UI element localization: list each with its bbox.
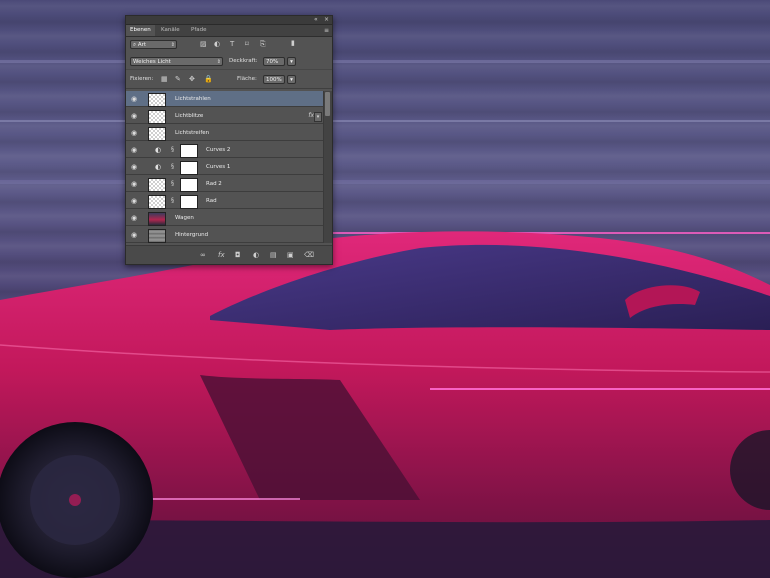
panel-menu-icon[interactable]: ≡ [324,27,329,34]
lock-transparent-icon[interactable]: ▦ [161,75,168,84]
layer-mask-thumbnail[interactable] [180,144,198,158]
layer-row-rad-2[interactable]: ◉ § Rad 2 [126,176,323,192]
layer-name[interactable]: Lichtblitze [175,108,203,124]
lock-label: Fixieren: [130,76,154,82]
fill-dropdown-button[interactable]: ▾ [287,75,296,84]
layer-thumbnail [148,195,166,209]
opacity-label: Deckkraft: [229,58,258,64]
blend-row: Weiches Licht ⇕ Deckkraft: 70% ▾ [126,55,332,70]
add-style-fx-icon[interactable]: fx [218,250,225,260]
tab-pfade[interactable]: Pfade [187,25,211,36]
layer-row-wagen[interactable]: ◉ Wagen [126,210,323,226]
panel-titlebar[interactable]: « × [126,16,332,25]
visibility-eye-icon[interactable]: ◉ [131,231,139,239]
type-filter-icon[interactable]: T [230,40,234,49]
layer-row-lichtblitze[interactable]: ◉ Lichtblitze fx ▾ [126,108,323,124]
layer-row-rad[interactable]: ◉ § Rad [126,193,323,209]
layer-thumbnail [148,93,166,107]
layer-row-curves-2[interactable]: ◉ ◐ § Curves 2 [126,142,323,158]
layer-name[interactable]: Lichtstrahlen [175,91,211,107]
filter-kind-select[interactable]: ⌕ Art ⇕ [130,40,177,49]
layer-thumbnail [148,110,166,124]
layer-name[interactable]: Wagen [175,210,194,226]
close-icon[interactable]: × [324,16,329,24]
tab-kanaele[interactable]: Kanäle [157,25,184,36]
trash-icon[interactable]: ⌫ [304,250,314,260]
filter-kind-value: Art [137,42,147,48]
smart-object-filter-icon[interactable]: ⎘ [260,40,266,49]
filter-row: ⌕ Art ⇕ ▨ ◐ T ⌑ ⎘ ▮ [126,37,332,53]
visibility-eye-icon[interactable]: ◉ [131,95,139,103]
blend-mode-value: Weiches Licht [133,59,171,65]
chevron-down-icon: ▾ [290,59,293,65]
fill-input[interactable]: 100% [263,75,285,84]
collapse-icon[interactable]: « [314,16,318,24]
layer-list-scrollbar[interactable] [323,91,332,243]
chain-link-icon[interactable]: § [171,197,176,205]
layer-thumbnail [148,127,166,141]
chevron-down-icon: ⇕ [170,42,175,48]
layer-mask-thumbnail[interactable] [180,161,198,175]
canvas-artwork [0,0,770,578]
visibility-eye-icon[interactable]: ◉ [131,197,139,205]
new-adjustment-icon[interactable]: ◐ [253,250,259,260]
layer-name[interactable]: Rad [206,193,217,209]
chain-link-icon[interactable]: § [171,163,176,171]
shape-filter-icon[interactable]: ⌑ [245,40,249,49]
layer-name[interactable]: Curves 1 [206,159,230,175]
new-group-folder-icon[interactable]: ▤ [270,250,277,260]
panel-tabs: Ebenen Kanäle Pfade ≡ [126,25,332,37]
layer-row-lichtstreifen[interactable]: ◉ Lichtstreifen [126,125,323,141]
blend-mode-select[interactable]: Weiches Licht ⇕ [130,57,223,66]
filter-toggle-icon[interactable]: ▮ [291,39,295,48]
visibility-eye-icon[interactable]: ◉ [131,214,139,222]
lock-position-icon[interactable]: ✥ [189,75,195,84]
panel-bottom-toolbar: ∞ fx ◘ ◐ ▤ ▣ ⌫ [126,245,332,264]
opacity-value: 70% [266,59,279,65]
adjustment-layer-icon: ◐ [155,146,162,154]
layer-list: ◉ Lichtstrahlen ◉ Lichtblitze fx ▾ ◉ Lic… [126,91,323,243]
layer-name[interactable]: Hintergrund [175,227,208,243]
lock-image-icon[interactable]: ✎ [175,75,181,84]
lock-row: Fixieren: ▦ ✎ ✥ 🔒 Fläche: 100% ▾ [126,72,332,89]
lock-all-icon[interactable]: 🔒 [204,75,213,84]
fill-label: Fläche: [237,76,257,82]
chevron-down-icon: ▾ [290,77,293,83]
pixel-filter-icon[interactable]: ▨ [200,40,207,49]
link-layers-icon[interactable]: ∞ [200,250,206,260]
adjustment-filter-icon[interactable]: ◐ [214,40,220,49]
scrollbar-thumb[interactable] [325,92,330,116]
opacity-input[interactable]: 70% [263,57,285,66]
layer-mask-thumbnail[interactable] [180,195,198,209]
layers-panel: « × Ebenen Kanäle Pfade ≡ ⌕ Art ⇕ ▨ ◐ T … [125,15,333,265]
layer-name[interactable]: Rad 2 [206,176,222,192]
tab-ebenen[interactable]: Ebenen [126,25,155,36]
visibility-eye-icon[interactable]: ◉ [131,129,139,137]
layer-name[interactable]: Lichtstreifen [175,125,209,141]
visibility-eye-icon[interactable]: ◉ [131,146,139,154]
add-mask-icon[interactable]: ◘ [235,250,241,260]
opacity-dropdown-button[interactable]: ▾ [287,57,296,66]
layer-row-curves-1[interactable]: ◉ ◐ § Curves 1 [126,159,323,175]
layer-thumbnail [148,212,166,226]
layer-thumbnail [148,178,166,192]
new-layer-icon[interactable]: ▣ [287,250,294,260]
layer-row-hintergrund[interactable]: ◉ Hintergrund [126,227,323,243]
visibility-eye-icon[interactable]: ◉ [131,112,139,120]
fx-expand-arrow-icon[interactable]: ▾ [314,112,322,122]
visibility-eye-icon[interactable]: ◉ [131,180,139,188]
layer-row-lichtstrahlen[interactable]: ◉ Lichtstrahlen [126,91,323,107]
layer-thumbnail [148,229,166,243]
adjustment-layer-icon: ◐ [155,163,162,171]
chain-link-icon[interactable]: § [171,180,176,188]
search-icon: ⌕ [133,42,137,48]
layer-mask-thumbnail[interactable] [180,178,198,192]
chevron-down-icon: ⇕ [216,59,221,65]
car-artwork [0,60,770,578]
fill-value: 100% [266,77,282,83]
visibility-eye-icon[interactable]: ◉ [131,163,139,171]
chain-link-icon[interactable]: § [171,146,176,154]
layer-name[interactable]: Curves 2 [206,142,230,158]
